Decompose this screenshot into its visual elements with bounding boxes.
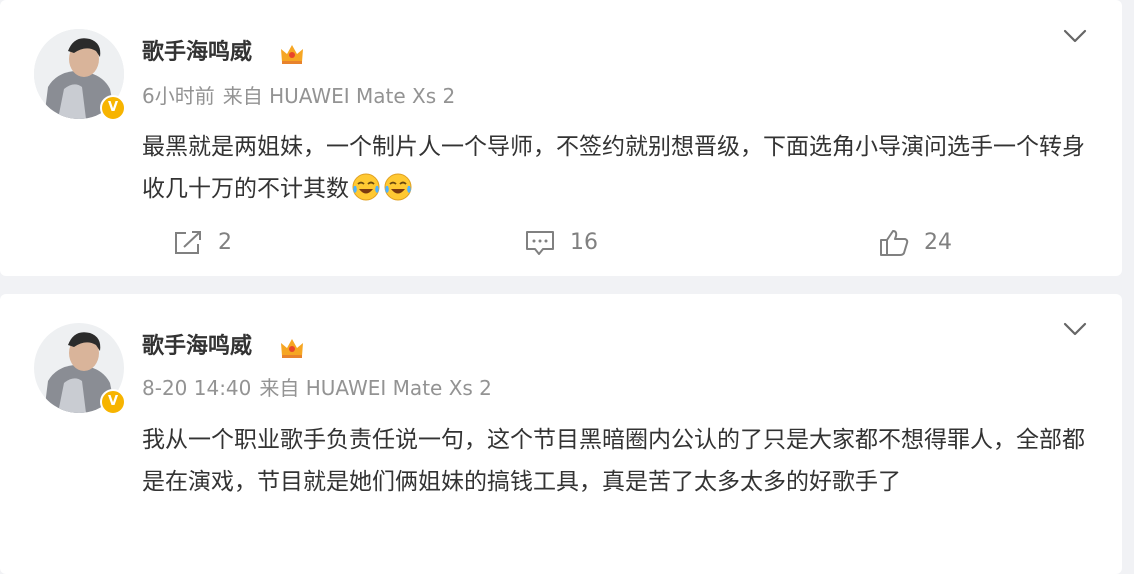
post-text: 最黑就是两姐妹，一个制片人一个导师，不签约就别想晋级，下面选角小导演问选手一个转… bbox=[142, 134, 1085, 202]
post-meta: 6小时前 来自 HUAWEI Mate Xs 2 bbox=[142, 81, 463, 111]
post-source: 来自 HUAWEI Mate Xs 2 bbox=[259, 376, 492, 400]
repost-icon bbox=[175, 231, 201, 254]
laugh-cry-emoji bbox=[384, 173, 412, 201]
comment-icon bbox=[526, 231, 554, 255]
post-card: V 歌手海鸣威 8-20 14:40 来自 HUAWEI Mate Xs 2 我从… bbox=[0, 294, 1122, 574]
verified-badge: V bbox=[100, 95, 126, 121]
verified-badge: V bbox=[100, 389, 126, 415]
post-time[interactable]: 6小时前 bbox=[142, 84, 215, 108]
post-time[interactable]: 8-20 14:40 bbox=[142, 376, 251, 400]
post-content: 我从一个职业歌手负责任说一句，这个节目黑暗圈内公认的了只是大家都不想得罪人，全部… bbox=[142, 419, 1102, 503]
crown-icon[interactable] bbox=[279, 42, 305, 66]
like-icon bbox=[880, 230, 909, 256]
comment-button[interactable]: 16 bbox=[524, 225, 598, 261]
post-card: V 歌手海鸣威 6小时前 来自 HUAWEI Mate Xs 2 最黑就是两姐妹，… bbox=[0, 0, 1122, 276]
chevron-down-icon[interactable] bbox=[1062, 28, 1088, 44]
repost-count: 2 bbox=[218, 230, 232, 255]
like-count: 24 bbox=[924, 230, 952, 255]
post-meta: 8-20 14:40 来自 HUAWEI Mate Xs 2 bbox=[142, 373, 500, 403]
laugh-cry-emoji bbox=[352, 173, 380, 201]
chevron-down-icon[interactable] bbox=[1062, 321, 1088, 337]
repost-button[interactable]: 2 bbox=[172, 225, 232, 261]
username[interactable]: 歌手海鸣威 bbox=[142, 332, 252, 362]
crown-icon[interactable] bbox=[279, 336, 305, 360]
post-text: 我从一个职业歌手负责任说一句，这个节目黑暗圈内公认的了只是大家都不想得罪人，全部… bbox=[142, 427, 1085, 495]
post-content: 最黑就是两姐妹，一个制片人一个导师，不签约就别想晋级，下面选角小导演问选手一个转… bbox=[142, 126, 1102, 210]
like-button[interactable]: 24 bbox=[878, 225, 952, 261]
username[interactable]: 歌手海鸣威 bbox=[142, 38, 252, 68]
post-source: 来自 HUAWEI Mate Xs 2 bbox=[222, 84, 456, 108]
comment-count: 16 bbox=[570, 230, 598, 255]
